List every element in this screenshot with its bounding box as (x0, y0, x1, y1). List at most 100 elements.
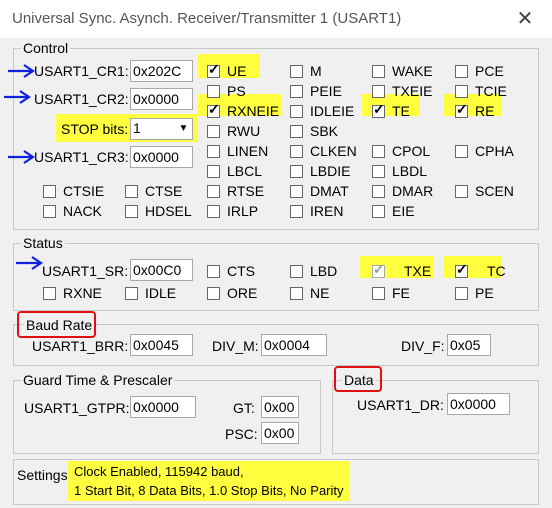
control-checkbox-hdsel[interactable]: HDSEL (125, 202, 192, 220)
control-checkbox-txeie[interactable]: TXEIE (372, 82, 432, 100)
status-checkbox-tc[interactable]: TC (455, 261, 506, 280)
checkbox-icon[interactable] (290, 144, 303, 158)
status-flag-label: CTS (227, 263, 255, 279)
checkbox-icon[interactable] (455, 101, 468, 118)
psc-field[interactable]: 0x00 (261, 422, 299, 444)
control-checkbox-irlp[interactable]: IRLP (207, 202, 258, 220)
status-checkbox-ne[interactable]: NE (290, 284, 329, 302)
control-checkbox-lbdie[interactable]: LBDIE (290, 162, 350, 180)
checkbox-icon[interactable] (290, 204, 303, 218)
control-checkbox-cpha[interactable]: CPHA (455, 142, 514, 160)
checkbox-icon[interactable] (290, 104, 303, 118)
control-checkbox-rwu[interactable]: RWU (207, 122, 260, 140)
control-checkbox-wake[interactable]: WAKE (372, 62, 433, 80)
checkbox-icon[interactable] (43, 286, 56, 300)
checkbox-icon[interactable] (455, 144, 468, 158)
checkbox-icon[interactable] (207, 101, 220, 118)
checkbox-icon[interactable] (455, 286, 468, 300)
control-checkbox-scen[interactable]: SCEN (455, 182, 514, 200)
checkbox-icon[interactable] (455, 184, 468, 198)
checkbox-icon[interactable] (372, 64, 385, 78)
checkbox-icon[interactable] (372, 164, 385, 178)
checkbox-icon[interactable] (43, 204, 56, 218)
control-checkbox-ctsie[interactable]: CTSIE (43, 182, 104, 200)
status-checkbox-ore[interactable]: ORE (207, 284, 257, 302)
status-checkbox-fe[interactable]: FE (372, 284, 410, 302)
gt-field[interactable]: 0x00 (261, 396, 299, 418)
chevron-down-icon[interactable]: ▼ (175, 119, 192, 139)
checkbox-icon[interactable] (207, 264, 220, 278)
checkbox-icon[interactable] (455, 64, 468, 78)
control-checkbox-iren[interactable]: IREN (290, 202, 343, 220)
checkbox-icon[interactable] (43, 184, 56, 198)
control-checkbox-ue[interactable]: UE (207, 61, 246, 80)
cr3-label: USART1_CR3: (34, 149, 129, 165)
control-checkbox-lbdl[interactable]: LBDL (372, 162, 427, 180)
cr3-field[interactable]: 0x0000 (130, 146, 193, 168)
control-checkbox-tcie[interactable]: TCIE (455, 82, 507, 100)
control-checkbox-dmar[interactable]: DMAR (372, 182, 433, 200)
checkbox-icon[interactable] (125, 184, 138, 198)
checkbox-icon[interactable] (207, 144, 220, 158)
status-checkbox-cts[interactable]: CTS (207, 262, 255, 280)
control-checkbox-idleie[interactable]: IDLEIE (290, 102, 354, 120)
checkbox-icon[interactable] (290, 264, 303, 278)
status-checkbox-pe[interactable]: PE (455, 284, 494, 302)
checkbox-icon[interactable] (372, 261, 385, 278)
control-checkbox-ctse[interactable]: CTSE (125, 182, 182, 200)
checkbox-icon[interactable] (290, 184, 303, 198)
checkbox-icon[interactable] (125, 286, 138, 300)
checkbox-icon[interactable] (455, 261, 468, 278)
control-checkbox-sbk[interactable]: SBK (290, 122, 338, 140)
gtpr-field[interactable]: 0x0000 (130, 396, 196, 418)
checkbox-icon[interactable] (207, 124, 220, 138)
checkbox-icon[interactable] (207, 164, 220, 178)
control-checkbox-eie[interactable]: EIE (372, 202, 415, 220)
checkbox-icon[interactable] (372, 184, 385, 198)
control-checkbox-peie[interactable]: PEIE (290, 82, 342, 100)
checkbox-icon[interactable] (207, 84, 220, 98)
status-checkbox-idle[interactable]: IDLE (125, 284, 176, 302)
checkbox-icon[interactable] (207, 184, 220, 198)
control-checkbox-linen[interactable]: LINEN (207, 142, 268, 160)
checkbox-icon[interactable] (207, 204, 220, 218)
control-checkbox-nack[interactable]: NACK (43, 202, 102, 220)
div-f-field[interactable]: 0x05 (447, 334, 491, 356)
status-checkbox-lbd[interactable]: LBD (290, 262, 337, 280)
checkbox-icon[interactable] (455, 84, 468, 98)
status-checkbox-rxne[interactable]: RXNE (43, 284, 102, 302)
checkbox-icon[interactable] (290, 84, 303, 98)
div-m-field[interactable]: 0x0004 (261, 334, 327, 356)
cr2-field[interactable]: 0x0000 (130, 88, 193, 110)
stop-bits-select[interactable]: 1 ▼ (130, 118, 193, 140)
checkbox-icon[interactable] (207, 61, 220, 78)
checkbox-icon[interactable] (372, 101, 385, 118)
sr-field[interactable]: 0x00C0 (130, 259, 193, 281)
control-checkbox-cpol[interactable]: CPOL (372, 142, 430, 160)
control-checkbox-pce[interactable]: PCE (455, 62, 504, 80)
control-checkbox-re[interactable]: RE (455, 101, 494, 120)
checkbox-icon[interactable] (372, 84, 385, 98)
checkbox-icon[interactable] (290, 164, 303, 178)
control-checkbox-lbcl[interactable]: LBCL (207, 162, 262, 180)
checkbox-icon[interactable] (207, 286, 220, 300)
control-checkbox-rxneie[interactable]: RXNEIE (207, 101, 279, 120)
dr-field[interactable]: 0x0000 (447, 393, 510, 415)
control-checkbox-dmat[interactable]: DMAT (290, 182, 349, 200)
control-checkbox-rtse[interactable]: RTSE (207, 182, 264, 200)
control-checkbox-clken[interactable]: CLKEN (290, 142, 357, 160)
close-icon[interactable]: ✕ (512, 8, 538, 32)
control-checkbox-m[interactable]: M (290, 62, 322, 80)
checkbox-icon[interactable] (372, 144, 385, 158)
checkbox-icon[interactable] (125, 204, 138, 218)
cr1-field[interactable]: 0x202C (130, 60, 193, 82)
control-checkbox-ps[interactable]: PS (207, 82, 246, 100)
checkbox-icon[interactable] (290, 124, 303, 138)
brr-field[interactable]: 0x0045 (130, 334, 193, 356)
checkbox-icon[interactable] (372, 204, 385, 218)
checkbox-icon[interactable] (372, 286, 385, 300)
checkbox-icon[interactable] (290, 64, 303, 78)
status-checkbox-txe[interactable]: TXE (372, 261, 431, 280)
control-checkbox-te[interactable]: TE (372, 101, 410, 120)
checkbox-icon[interactable] (290, 286, 303, 300)
